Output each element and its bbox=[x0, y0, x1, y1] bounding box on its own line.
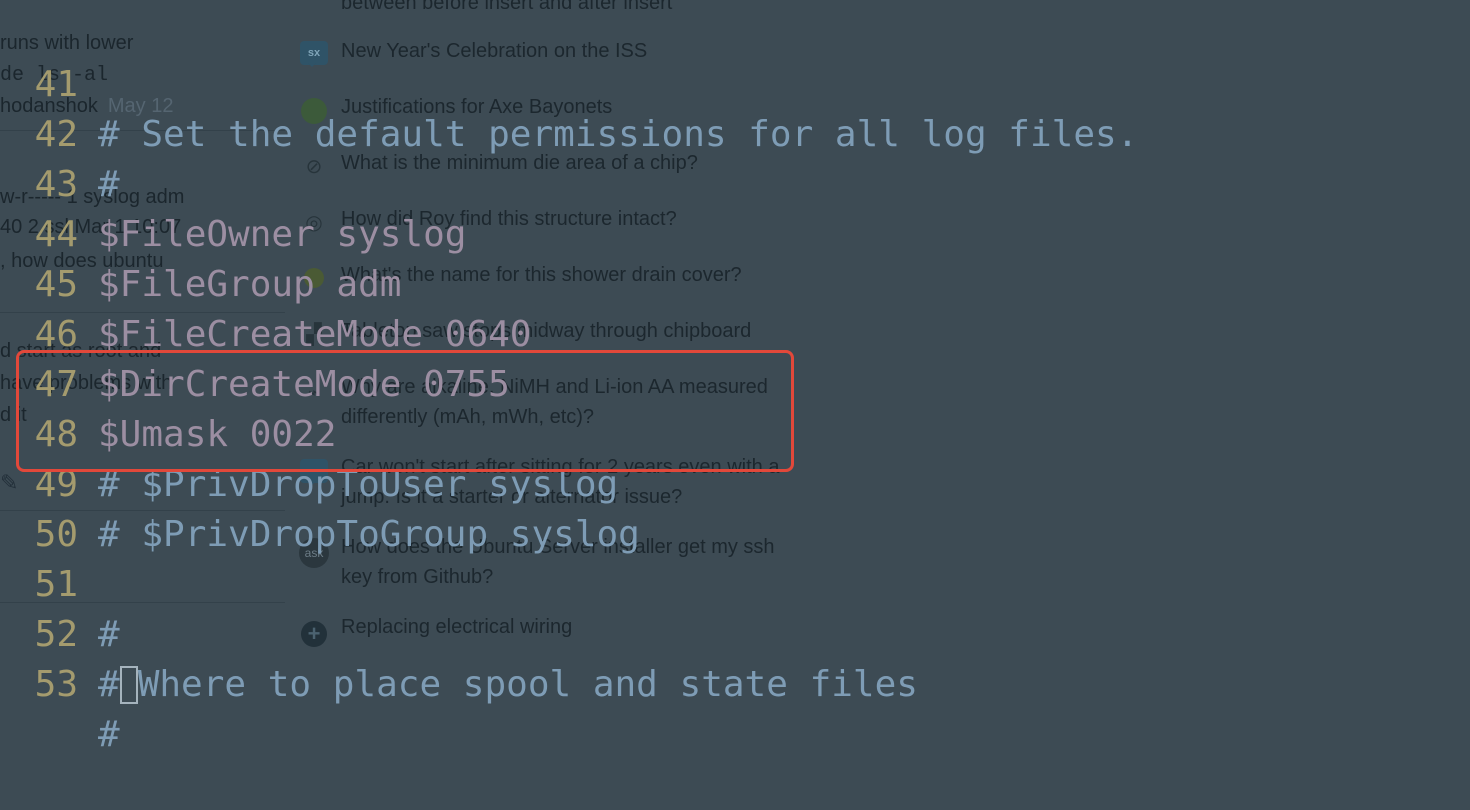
line-number: 53 bbox=[34, 664, 78, 705]
comment-text: # $PrivDropToGroup syslog bbox=[98, 514, 640, 555]
comment-text: # bbox=[98, 714, 120, 755]
code-line-51: 51 # bbox=[0, 510, 120, 655]
comment-text: # Set the default permissions for all lo… bbox=[98, 114, 1139, 155]
comment-text: # bbox=[98, 614, 120, 655]
code-line-52: 52 # Where to place spool and state files bbox=[0, 560, 918, 705]
code-line-43: 43 $FileOwner syslog bbox=[0, 110, 467, 255]
code-line-41: 41 # Set the default permissions for all… bbox=[0, 10, 1139, 155]
comment-hash: # bbox=[98, 664, 120, 705]
code-line-45: 45 $FileCreateMode 0640 bbox=[0, 210, 532, 355]
comment-text: # Where to place spool and state files bbox=[98, 660, 918, 710]
code-line-42: 42 # bbox=[0, 60, 120, 205]
directive-text: $FileGroup adm bbox=[98, 264, 402, 305]
highlight-annotation-box bbox=[16, 350, 794, 472]
code-line-53: 53 # bbox=[0, 610, 120, 755]
comment-text: # bbox=[98, 164, 120, 205]
terminal-editor[interactable]: 41 # Set the default permissions for all… bbox=[0, 0, 1470, 755]
directive-text: $FileOwner syslog bbox=[98, 214, 467, 255]
text-cursor[interactable] bbox=[119, 666, 138, 704]
code-line-46: 46 $DirCreateMode 0755 bbox=[0, 260, 510, 405]
code-line-44: 44 $FileGroup adm bbox=[0, 160, 402, 305]
comment-body: Where to place spool and state files bbox=[137, 664, 918, 705]
